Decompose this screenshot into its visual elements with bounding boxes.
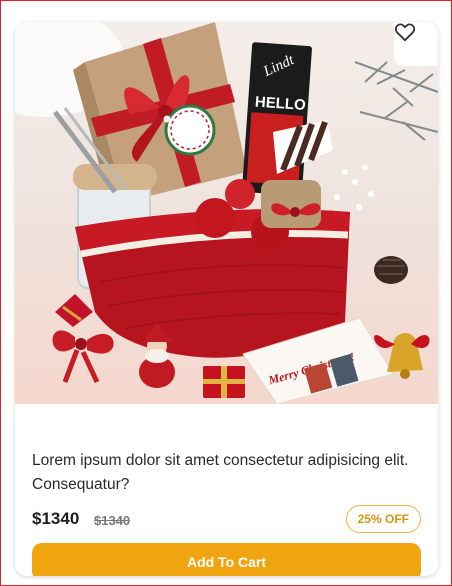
current-price: $1340	[32, 509, 80, 528]
original-price: $1340	[94, 513, 131, 528]
product-image[interactable]: Lindt HELLO Merry Christmas!	[15, 22, 438, 404]
heart-outline-icon	[394, 23, 416, 42]
chocolate-name-text: HELLO	[254, 93, 306, 114]
discount-badge: 25% OFF	[345, 505, 421, 533]
product-card: Lindt HELLO Merry Christmas! Lorem ipsum…	[15, 22, 438, 576]
product-details: Lorem ipsum dolor sit amet consectetur a…	[32, 404, 421, 576]
add-to-cart-button[interactable]: Add To Cart	[32, 543, 421, 576]
price-row: $1340 $1340 25% OFF	[32, 505, 421, 537]
product-title[interactable]: Lorem ipsum dolor sit amet consectetur a…	[32, 449, 421, 497]
wishlist-button[interactable]	[394, 22, 438, 66]
